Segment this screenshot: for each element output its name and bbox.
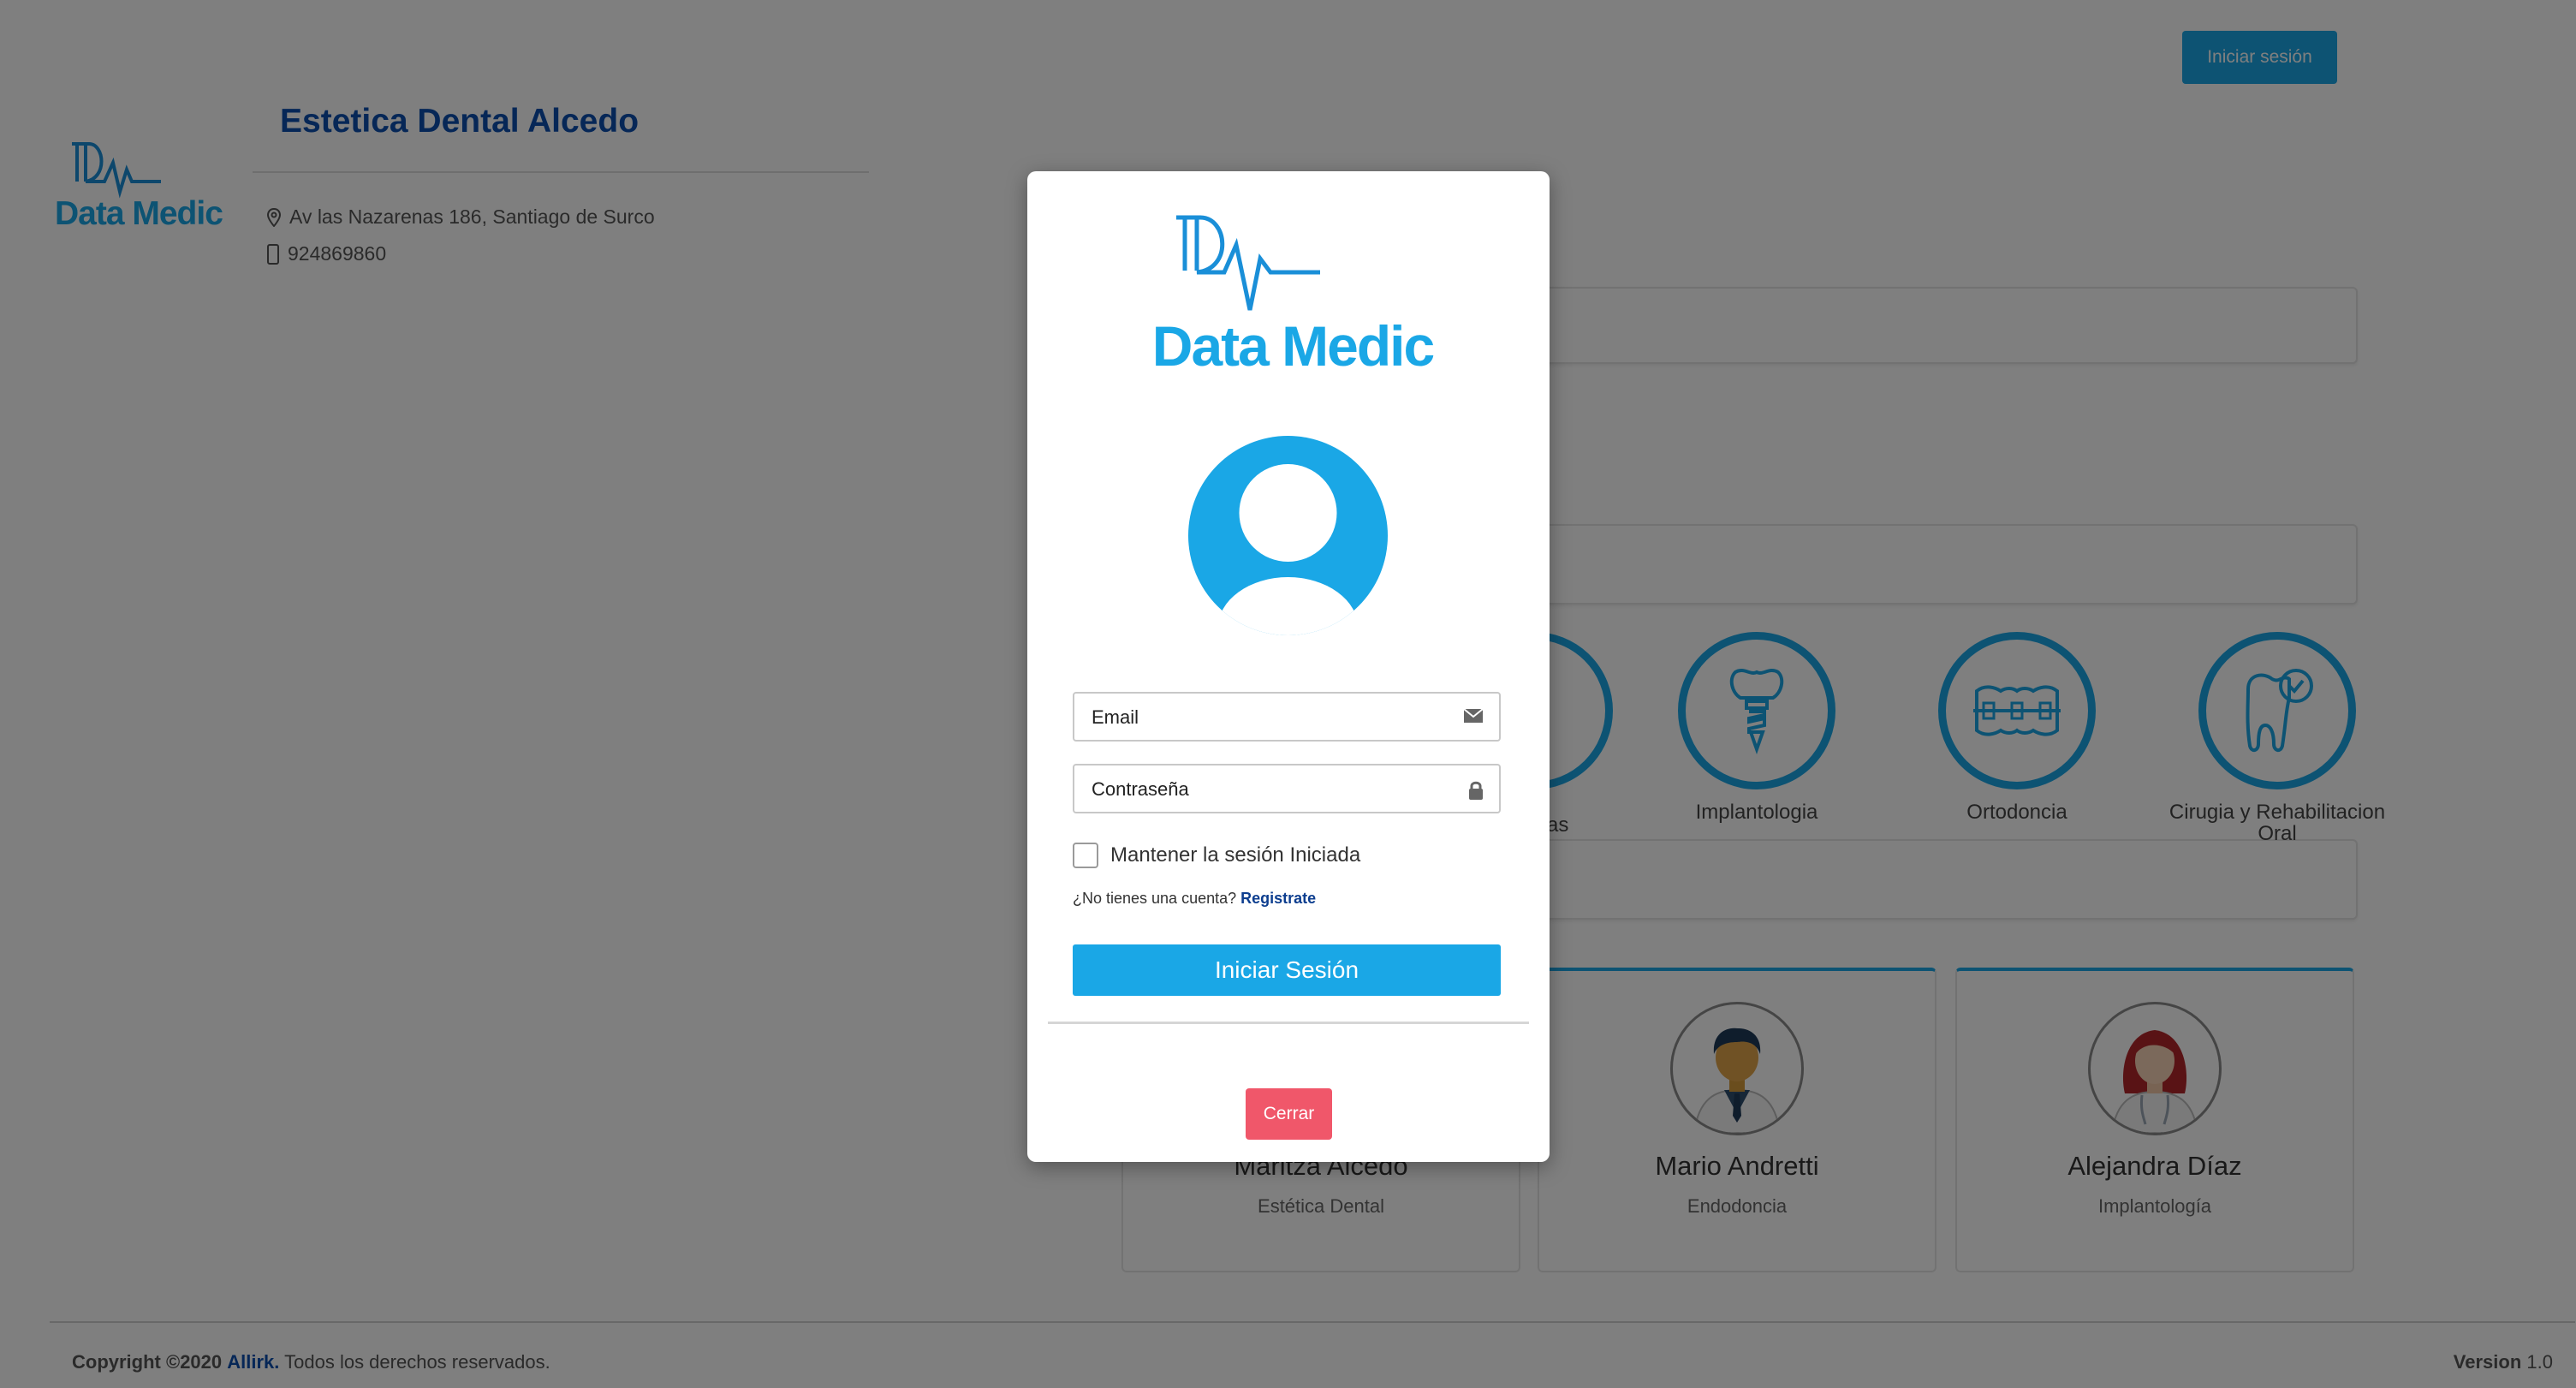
user-avatar-icon xyxy=(1188,436,1388,635)
envelope-icon xyxy=(1463,708,1484,723)
register-link[interactable]: Registrate xyxy=(1240,890,1316,907)
modal-logo: Data Medic xyxy=(1139,214,1447,378)
lock-icon xyxy=(1469,781,1483,800)
remember-label[interactable]: Mantener la sesión Iniciada xyxy=(1110,843,1360,867)
login-submit-button[interactable]: Iniciar Sesión xyxy=(1073,944,1501,996)
email-input[interactable] xyxy=(1090,694,1453,742)
password-input[interactable] xyxy=(1090,765,1453,813)
modal-logo-text: Data Medic xyxy=(1151,314,1435,378)
close-button[interactable]: Cerrar xyxy=(1246,1088,1332,1140)
remember-checkbox[interactable] xyxy=(1073,843,1098,868)
logo-mark-icon xyxy=(1176,215,1320,311)
email-field[interactable] xyxy=(1073,692,1501,742)
login-modal: Data Medic Mantener la sesión Iniciada ¿… xyxy=(1027,171,1550,1162)
modal-footer-divider xyxy=(1048,1022,1529,1024)
no-account-text: ¿No tienes una cuenta? xyxy=(1073,890,1237,907)
remember-session[interactable]: Mantener la sesión Iniciada xyxy=(1073,843,1360,868)
signup-prompt: ¿No tienes una cuenta? Registrate xyxy=(1073,890,1316,908)
password-field[interactable] xyxy=(1073,764,1501,813)
